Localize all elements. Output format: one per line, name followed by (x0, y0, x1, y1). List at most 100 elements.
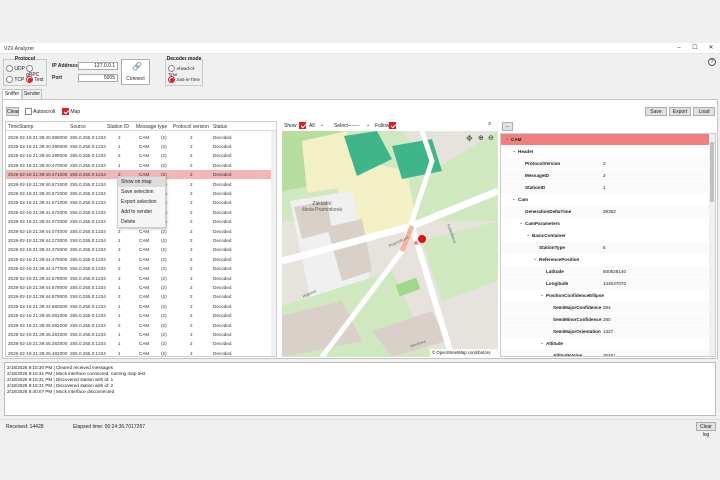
table-row[interactable]: 2026-02-18 21:39:44.878000 255.0.255.0:12… (6, 282, 276, 292)
col-status[interactable]: Status (213, 124, 227, 130)
tree-node[interactable]: StationID 1 (501, 182, 709, 193)
table-row[interactable]: 2026-02-18 21:39:40.289000 255.0.255.0:12… (6, 141, 276, 151)
zoom-out-icon[interactable]: ⊖ (488, 134, 494, 142)
table-row[interactable]: 2026-02-18 21:39:45.081000 255.0.255.0:12… (6, 311, 276, 321)
export-button[interactable]: Export (669, 107, 691, 116)
expand-chevron-icon[interactable]: ⌄ (540, 340, 544, 346)
protocol-test-radio[interactable]: Test (26, 76, 43, 83)
table-row[interactable]: 2026-02-18 21:39:44.678000 255.0.255.0:12… (6, 273, 276, 283)
table-scrollbar[interactable] (271, 131, 276, 356)
follow-checkbox[interactable] (389, 122, 396, 129)
tree-node[interactable]: ⌄ CAM (501, 134, 709, 145)
table-row[interactable]: 2026-02-18 21:39:44.476000 255.0.255.0:12… (6, 254, 276, 264)
tree-node[interactable]: ProtocolVersion 2 (501, 158, 709, 169)
tree-node[interactable]: SemiMajorOrientation 1327 (501, 326, 709, 337)
col-station-id[interactable]: Station ID (107, 124, 129, 130)
collapse-button[interactable]: − (502, 122, 513, 131)
pan-icon[interactable]: ✥ (466, 134, 473, 143)
table-row[interactable]: 2026-02-18 21:39:44.273000 255.0.255.0:12… (6, 235, 276, 245)
col-protocol-version[interactable]: Protocol version (173, 124, 209, 130)
map-view[interactable]: ✥ ⊕ ⊖ Základní škola Pramínková Pramínko… (282, 131, 498, 357)
save-button[interactable]: Save (645, 107, 667, 116)
show-select[interactable]: All (309, 123, 315, 129)
tree-node[interactable]: StationType 5 (501, 242, 709, 253)
tree-node[interactable]: GenerationDeltaTime 39382 (501, 206, 709, 217)
clear-button[interactable]: Clear (6, 107, 19, 116)
tree-node[interactable]: ⌄ PositionConfidenceEllipse (501, 290, 709, 301)
show-label: Show (284, 123, 297, 129)
expand-chevron-icon[interactable]: ⌄ (512, 148, 516, 154)
maximize-icon[interactable]: ☐ (688, 44, 702, 53)
expand-chevron-icon[interactable]: ⌄ (512, 196, 516, 202)
tree-node[interactable]: SemiMinorConfidence 280 (501, 314, 709, 325)
table-row[interactable]: 2026-02-18 21:39:44.880000 255.0.255.0:12… (6, 301, 276, 311)
table-cell: 2 (190, 228, 193, 234)
table-row[interactable]: 2026-02-18 21:39:40.470000 255.0.255.0:12… (6, 160, 276, 170)
station-select[interactable]: ------- (348, 123, 360, 129)
chevron-down-icon[interactable]: ⌄ (366, 122, 370, 128)
ip-input[interactable]: 127.0.0.1 (78, 62, 118, 70)
close-icon[interactable]: ✕ (704, 44, 718, 53)
table-row[interactable]: 2026-02-18 21:39:45.082000 255.0.255.0:12… (6, 320, 276, 330)
tab-sender[interactable]: Sender (22, 89, 42, 99)
tree-scrollbar[interactable] (709, 134, 715, 356)
tree-node[interactable]: ⌄ ReferencePosition (501, 254, 709, 265)
col-message-type[interactable]: Message type (136, 124, 167, 130)
table-cell: CAM (139, 153, 150, 159)
table-cell: 2026-02-18 21:39:40.089000 (8, 134, 68, 140)
decoder-group: Decoder mode Ahead-of-Time Just-in-Time (165, 56, 203, 86)
tree-node[interactable]: ⌄ CamParameters (501, 218, 709, 229)
expand-chevron-icon[interactable]: ⌄ (505, 136, 509, 142)
menu-add-to-sender[interactable]: Add to sender (118, 207, 165, 217)
menu-save-selection[interactable]: Save selection (118, 187, 165, 197)
protocol-udp-radio[interactable]: UDP (6, 65, 25, 72)
tree-node[interactable]: SemiMajorConfidence 284 (501, 302, 709, 313)
menu-show-on-map[interactable]: Show on map (118, 177, 165, 187)
connect-button[interactable]: 🔗 Connect (121, 59, 150, 85)
expand-chevron-icon[interactable]: ⌄ (519, 220, 523, 226)
col-source[interactable]: Source (70, 124, 86, 130)
tree-node[interactable]: ⌄ Header (501, 146, 709, 157)
zoom-in-icon[interactable]: ⊕ (478, 134, 484, 142)
tree-scroll-thumb[interactable] (710, 142, 714, 202)
table-cell: Decoded (213, 162, 232, 168)
minimize-icon[interactable]: – (672, 44, 686, 53)
tree-node[interactable]: MessageID 2 (501, 170, 709, 181)
table-row[interactable]: 2026-02-18 21:39:40.289000 255.0.255.0:12… (6, 151, 276, 161)
table-cell: CAM (139, 143, 150, 149)
table-cell: 255.0.255.0:1234 (70, 200, 106, 206)
table-row[interactable]: 2026-02-18 21:39:40.089000 255.0.255.0:12… (6, 132, 276, 142)
menu-export-selection[interactable]: Export selection (118, 197, 165, 207)
show-all-checkbox[interactable] (299, 122, 306, 129)
table-row[interactable]: 2026-02-18 21:39:44.477000 255.0.255.0:12… (6, 264, 276, 274)
map-checkbox[interactable]: Map (62, 108, 80, 115)
help-icon[interactable]: ? (708, 58, 716, 66)
chevron-down-icon[interactable]: ⌄ (320, 122, 324, 128)
decoder-jit-radio[interactable]: Just-in-Time (168, 76, 200, 83)
tree-node[interactable]: Latitude 500528140 (501, 266, 709, 277)
table-row[interactable]: 2026-02-18 21:39:44.275000 255.0.255.0:12… (6, 245, 276, 255)
search-icon[interactable]: ⌕ (488, 121, 491, 128)
tree-node[interactable]: Longitude 144037070 (501, 278, 709, 289)
table-cell: 2026-02-18 21:39:40.289000 (8, 143, 68, 149)
table-cell: 255.0.255.0:1234 (70, 275, 106, 281)
table-row[interactable]: 2026-02-18 21:39:45.282000 255.0.255.0:12… (6, 339, 276, 349)
tree-node[interactable]: ⌄ Altitude (501, 338, 709, 349)
tree-node[interactable]: AltitudeValue 25461 (501, 350, 709, 356)
protocol-tcp-radio[interactable]: TCP (6, 76, 24, 83)
port-input[interactable]: 5005 (78, 74, 118, 82)
col-timestamp[interactable]: TimeStamp (8, 124, 33, 130)
clear-log-button[interactable]: Clear log (696, 422, 716, 438)
load-button[interactable]: Load (693, 107, 715, 116)
expand-chevron-icon[interactable]: ⌄ (526, 232, 530, 238)
tree-node[interactable]: ⌄ BasicContainer (501, 230, 709, 241)
expand-chevron-icon[interactable]: ⌄ (533, 256, 537, 262)
tree-node[interactable]: ⌄ Cam (501, 194, 709, 205)
table-row[interactable]: 2026-02-18 21:39:45.482000 255.0.255.0:12… (6, 348, 276, 356)
menu-delete[interactable]: Delete (118, 217, 165, 227)
tree-node-key: StationID (525, 185, 546, 190)
autoscroll-checkbox[interactable]: Autoscroll (25, 108, 55, 115)
table-row[interactable]: 2026-02-18 21:39:44.879000 255.0.255.0:12… (6, 292, 276, 302)
table-row[interactable]: 2026-02-18 21:39:45.281000 255.0.255.0:12… (6, 329, 276, 339)
expand-chevron-icon[interactable]: ⌄ (540, 292, 544, 298)
